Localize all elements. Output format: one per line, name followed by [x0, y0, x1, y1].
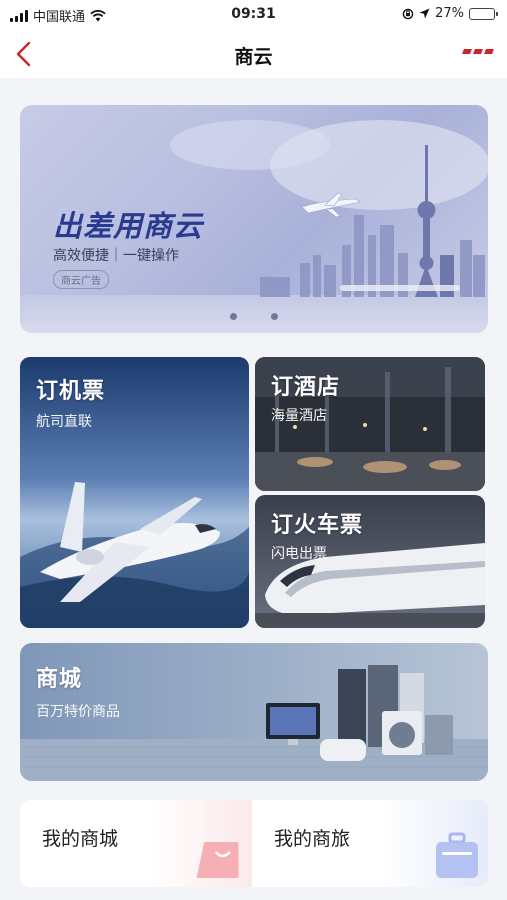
location-arrow-icon [419, 8, 430, 19]
my-mall-label: 我的商城 [42, 828, 119, 850]
banner-title: 出差用商云 [53, 209, 204, 243]
suitcase-icon [436, 832, 478, 878]
book-hotel-tile[interactable]: 订酒店 海量酒店 [255, 357, 485, 491]
hotel-title: 订酒店 [271, 375, 341, 400]
book-flight-tile[interactable]: 订机票 航司直联 [20, 357, 249, 628]
train-title: 订火车票 [271, 513, 364, 538]
train-subtitle: 闪电出票 [271, 546, 327, 562]
banner-ad-tag: 商云广告 [53, 270, 109, 289]
flight-subtitle: 航司直联 [36, 414, 92, 430]
carousel-dot[interactable] [230, 313, 237, 320]
promo-banner[interactable]: 出差用商云 高效便捷｜一键操作 商云广告 [20, 105, 488, 333]
shopping-bag-icon [196, 842, 239, 878]
banner-subtitle: 高效便捷｜一键操作 [53, 248, 179, 264]
mall-title: 商城 [36, 667, 83, 692]
carousel-dot[interactable] [271, 313, 278, 320]
more-icon[interactable] [462, 49, 494, 54]
flight-title: 订机票 [36, 379, 106, 404]
my-mall-card[interactable]: 我的商城 [20, 800, 252, 887]
carousel-indicator [230, 313, 278, 320]
rotation-lock-icon [402, 8, 414, 19]
mall-tile[interactable]: 商城 百万特价商品 [20, 643, 488, 781]
nav-bar: 商云 [0, 30, 507, 78]
mall-subtitle: 百万特价商品 [36, 704, 120, 720]
my-trip-card[interactable]: 我的商旅 [252, 800, 488, 887]
page-title: 商云 [234, 46, 273, 68]
battery-percent: 27% [435, 6, 464, 21]
my-trip-label: 我的商旅 [274, 828, 351, 850]
status-right: 27% [402, 6, 498, 21]
hotel-subtitle: 海量酒店 [271, 408, 327, 424]
battery-icon [469, 7, 498, 20]
status-bar: 中国联通 09:31 27% [0, 0, 507, 30]
book-train-tile[interactable]: 订火车票 闪电出票 [255, 495, 485, 628]
